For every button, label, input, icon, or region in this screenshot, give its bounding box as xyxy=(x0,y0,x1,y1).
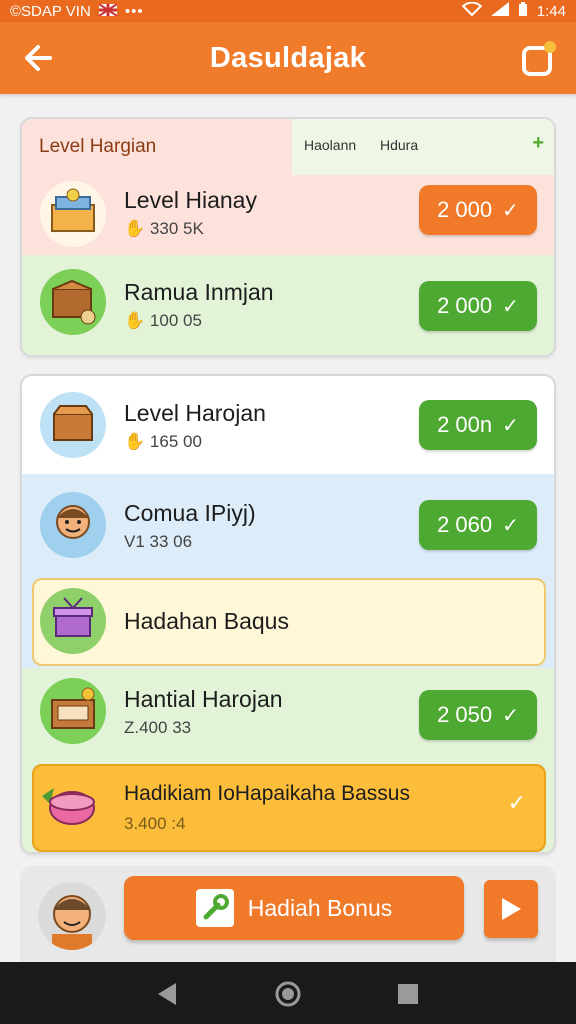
row-subtitle: ✋ 100 05 xyxy=(124,311,202,330)
claim-button[interactable]: 2 060 ✓ xyxy=(419,500,537,550)
row-title: Comua IPiyj) xyxy=(124,500,256,526)
nav-home-icon[interactable] xyxy=(274,980,302,1008)
nav-recents-icon[interactable] xyxy=(394,980,422,1008)
row-title: Hadikiam IoHapaikaha Bassus xyxy=(124,782,410,805)
row-title: Hantial Harojan xyxy=(124,686,283,712)
add-icon[interactable]: + xyxy=(532,132,544,155)
card-header: Level Hargian Haolann Hdura + xyxy=(22,119,554,175)
notification-icon[interactable] xyxy=(518,40,558,80)
signal-icon xyxy=(490,2,509,20)
check-icon: ✓ xyxy=(502,199,519,222)
status-bar: ©SDAP VIN ••• 1:44 xyxy=(0,0,576,22)
row-title: Level Hianay xyxy=(124,187,257,213)
system-nav-bar xyxy=(0,962,576,1024)
row-title: Ramua Inmjan xyxy=(124,279,274,305)
battery-icon xyxy=(518,1,528,21)
row-subtitle: Z.400 33 xyxy=(124,718,192,737)
row-subtitle: V1 33 06 xyxy=(124,532,193,551)
back-arrow-icon[interactable] xyxy=(20,38,60,78)
list-item[interactable]: Hadikiam IoHapaikaha Bassus 3.400 :4 ✓ xyxy=(22,758,554,852)
check-icon: ✓ xyxy=(502,295,519,318)
list-item[interactable]: Hantial Harojan Z.400 33 2 050 ✓ xyxy=(22,668,554,758)
coin-icon: ✋ xyxy=(124,311,146,330)
card-header-label: Level Hargian xyxy=(39,136,157,157)
treasure-box-icon xyxy=(40,181,106,247)
gift-box-icon xyxy=(40,588,106,654)
check-icon: ✓ xyxy=(502,514,519,537)
crate-icon xyxy=(40,269,106,335)
play-button[interactable] xyxy=(484,880,538,938)
row-title: Level Harojan xyxy=(124,400,266,426)
user-avatar[interactable] xyxy=(38,882,106,950)
highlight-panel xyxy=(32,578,546,666)
yellow-panel xyxy=(32,764,546,852)
check-icon: ✓ xyxy=(507,790,526,815)
flag-icon xyxy=(98,2,118,20)
header-column-2: Hdura xyxy=(380,137,419,153)
header-column-1: Haolann xyxy=(304,137,357,153)
bottom-bar: Hadiah Bonus xyxy=(20,866,556,962)
bonus-button[interactable]: Hadiah Bonus xyxy=(124,876,464,940)
nav-back-icon[interactable] xyxy=(154,980,182,1008)
row-title: Hadahan Baqus xyxy=(124,608,289,634)
check-icon: ✓ xyxy=(502,414,519,437)
claim-button[interactable]: 2 050 ✓ xyxy=(419,690,537,740)
more-notifications-icon: ••• xyxy=(124,2,144,20)
coin-icon: ✋ xyxy=(124,432,146,451)
status-time: 1:44 xyxy=(536,2,566,20)
list-item[interactable]: Level Hianay ✋ 330 5K 2 000 ✓ xyxy=(22,175,554,255)
chest-icon xyxy=(40,392,106,458)
list-item[interactable]: Level Harojan ✋ 165 00 2 00n ✓ xyxy=(22,376,554,474)
list-item[interactable]: Ramua Inmjan ✋ 100 05 2 000 ✓ xyxy=(22,255,554,355)
row-subtitle: ✋ 165 00 xyxy=(124,432,202,451)
level-card-top: Level Hargian Haolann Hdura + Level Hian… xyxy=(20,117,556,357)
status-carrier-text: ©SDAP VIN xyxy=(10,2,91,20)
claim-button[interactable]: 2 000 ✓ xyxy=(419,281,537,331)
list-item-highlight[interactable]: Hadahan Baqus xyxy=(22,576,554,668)
ribbon-gift-icon xyxy=(36,774,102,840)
coin-icon: ✋ xyxy=(124,219,146,238)
level-card-list: Level Harojan ✋ 165 00 2 00n ✓ Comua IPiy… xyxy=(20,374,556,854)
box-icon xyxy=(40,678,106,744)
wifi-icon xyxy=(461,1,483,20)
claim-button[interactable]: 2 000 ✓ xyxy=(419,185,537,235)
page-title: Dasuldajak xyxy=(209,41,367,74)
list-item[interactable]: Comua IPiyj) V1 33 06 2 060 ✓ xyxy=(22,474,554,576)
wrench-icon xyxy=(195,889,234,927)
play-icon xyxy=(502,898,521,920)
app-bar: Dasuldajak xyxy=(0,22,576,94)
character-avatar-icon xyxy=(40,492,106,558)
row-subtitle: ✋ 330 5K xyxy=(124,219,204,238)
claim-button[interactable]: 2 00n ✓ xyxy=(419,400,537,450)
bonus-button-label: Hadiah Bonus xyxy=(247,894,393,921)
check-icon: ✓ xyxy=(502,704,519,727)
row-subtitle: 3.400 :4 xyxy=(124,814,186,833)
